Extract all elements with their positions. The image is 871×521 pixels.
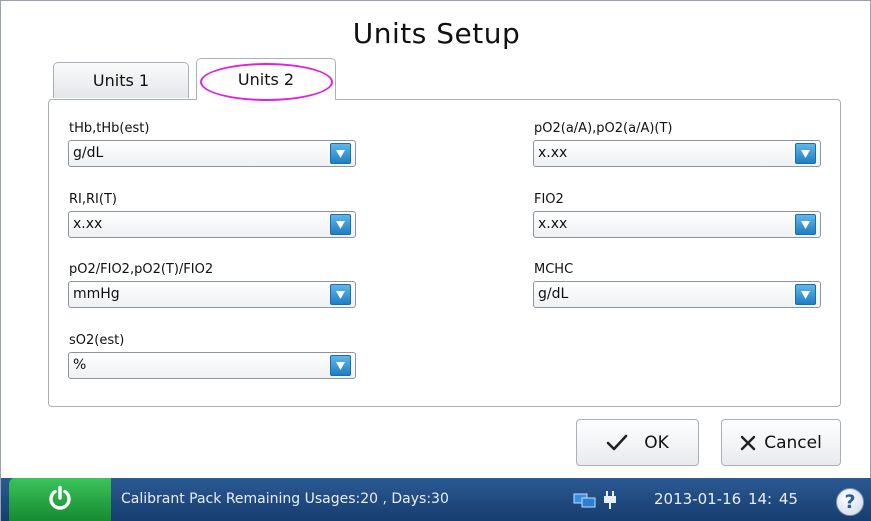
help-icon[interactable]: ? xyxy=(836,488,864,516)
po2-fio2-unit-select[interactable]: mmHg xyxy=(68,281,356,308)
power-button[interactable] xyxy=(9,478,111,521)
select-value: g/dL xyxy=(73,145,104,161)
page-title: Units Setup xyxy=(352,17,521,50)
mchc-unit-select[interactable]: g/dL xyxy=(533,281,821,308)
cancel-label: Cancel xyxy=(764,432,822,453)
field-label: sO2(est) xyxy=(69,333,125,348)
dropdown-arrow-icon[interactable] xyxy=(330,143,351,164)
field-thb: tHb,tHb(est) g/dL xyxy=(68,120,358,167)
dropdown-arrow-icon[interactable] xyxy=(330,284,351,305)
fio2-unit-select[interactable]: x.xx xyxy=(533,211,821,238)
ok-label: OK xyxy=(644,432,669,453)
thb-unit-select[interactable]: g/dL xyxy=(68,140,356,167)
status-message: Calibrant Pack Remaining Usages:20 , Day… xyxy=(121,491,449,507)
cancel-button[interactable]: Cancel xyxy=(721,419,841,466)
field-fio2: FIO2 x.xx xyxy=(533,191,823,238)
dropdown-arrow-icon[interactable] xyxy=(795,214,816,235)
dropdown-arrow-icon[interactable] xyxy=(330,355,351,376)
tab-label: Units 2 xyxy=(237,70,295,89)
plug-icon xyxy=(603,490,617,514)
select-value: mmHg xyxy=(73,286,120,302)
ri-unit-select[interactable]: x.xx xyxy=(68,211,356,238)
checkmark-icon xyxy=(606,434,628,452)
select-value: x.xx xyxy=(538,145,568,161)
field-so2-est: sO2(est) % xyxy=(68,332,358,379)
select-value: % xyxy=(73,357,87,373)
field-label: pO2(a/A),pO2(a/A)(T) xyxy=(534,121,673,136)
field-label: RI,RI(T) xyxy=(69,192,117,207)
network-icon xyxy=(573,491,597,513)
dropdown-arrow-icon[interactable] xyxy=(795,143,816,164)
field-po2-aa: pO2(a/A),pO2(a/A)(T) x.xx xyxy=(533,120,823,167)
po2-aa-unit-select[interactable]: x.xx xyxy=(533,140,821,167)
select-value: x.xx xyxy=(538,216,568,232)
units-2-panel: tHb,tHb(est) g/dL RI,RI(T) x.xx pO2/FIO2… xyxy=(48,99,841,407)
field-label: FIO2 xyxy=(534,192,564,207)
tab-label: Units 1 xyxy=(92,71,150,90)
tab-units-2[interactable]: Units 2 xyxy=(196,58,336,100)
tab-units-1[interactable]: Units 1 xyxy=(53,62,189,98)
status-icons xyxy=(573,490,617,514)
status-bar: Calibrant Pack Remaining Usages:20 , Day… xyxy=(1,478,871,521)
ok-button[interactable]: OK xyxy=(576,419,699,466)
help-label: ? xyxy=(844,491,856,513)
dropdown-arrow-icon[interactable] xyxy=(330,214,351,235)
field-po2-fio2: pO2/FIO2,pO2(T)/FIO2 mmHg xyxy=(68,261,358,308)
field-ri: RI,RI(T) x.xx xyxy=(68,191,358,238)
x-icon xyxy=(740,435,756,451)
datetime: 2013-01-16 14: 45 xyxy=(654,490,798,508)
select-value: g/dL xyxy=(538,286,569,302)
dropdown-arrow-icon[interactable] xyxy=(795,284,816,305)
select-value: x.xx xyxy=(73,216,103,232)
field-mchc: MCHC g/dL xyxy=(533,261,823,308)
power-icon xyxy=(47,485,73,515)
field-label: MCHC xyxy=(534,262,574,277)
so2-est-unit-select[interactable]: % xyxy=(68,352,356,379)
units-setup-window: Units Setup Units 1 Units 2 tHb,tHb(est)… xyxy=(0,0,871,521)
field-label: tHb,tHb(est) xyxy=(69,121,150,136)
field-label: pO2/FIO2,pO2(T)/FIO2 xyxy=(69,262,214,277)
